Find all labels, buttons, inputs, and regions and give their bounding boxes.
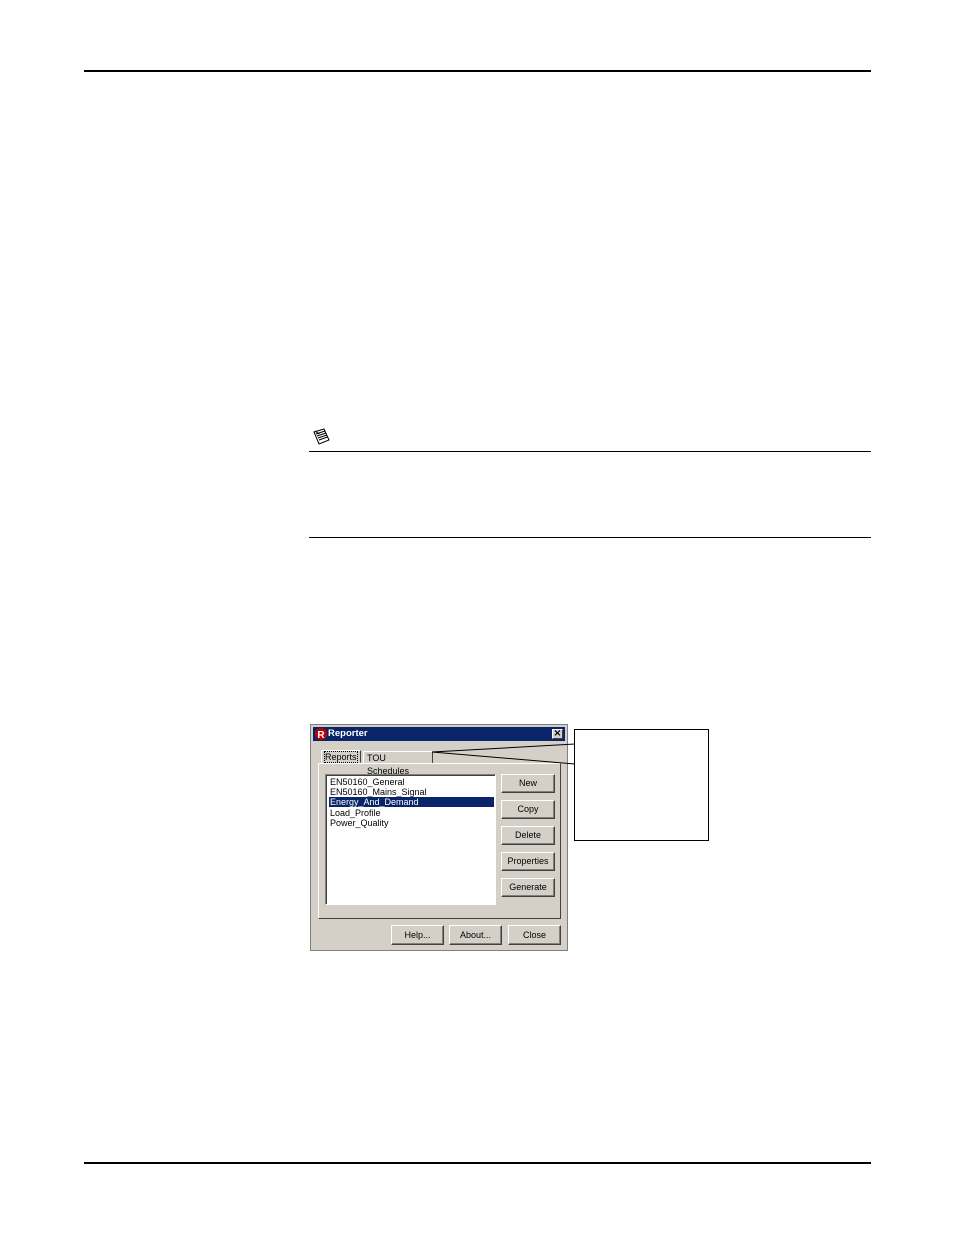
note-top-rule — [309, 451, 871, 452]
header-rule — [84, 70, 871, 72]
reports-listbox[interactable]: EN50160_General EN50160_Mains_Signal Ene… — [325, 774, 496, 905]
new-button[interactable]: New — [501, 774, 555, 793]
list-item[interactable]: EN50160_General — [329, 777, 494, 787]
svg-text:R: R — [317, 730, 325, 741]
tab-reports-label: Reports — [324, 751, 358, 763]
close-icon[interactable]: × — [552, 729, 563, 739]
properties-button[interactable]: Properties — [501, 852, 555, 871]
help-button[interactable]: Help... — [391, 925, 444, 945]
title-bar[interactable]: R Reporter × — [313, 727, 565, 741]
about-button[interactable]: About... — [449, 925, 502, 945]
generate-button[interactable]: Generate — [501, 878, 555, 897]
list-item-selected[interactable]: Energy_And_Demand — [329, 797, 494, 807]
dialog-title: Reporter — [328, 728, 368, 739]
list-item[interactable]: EN50160_Mains_Signal — [329, 787, 494, 797]
reporter-app-icon: R — [315, 728, 327, 741]
note-pad-icon — [313, 428, 330, 445]
delete-button[interactable]: Delete — [501, 826, 555, 845]
note-bottom-rule — [309, 537, 871, 538]
footer-rule — [84, 1162, 871, 1164]
tab-reports[interactable]: Reports — [321, 750, 361, 763]
callout-box — [574, 729, 709, 841]
list-item[interactable]: Load_Profile — [329, 808, 494, 818]
copy-button[interactable]: Copy — [501, 800, 555, 819]
list-item[interactable]: Power_Quality — [329, 818, 494, 828]
close-button[interactable]: Close — [508, 925, 561, 945]
callout-leader-lines — [431, 743, 576, 765]
